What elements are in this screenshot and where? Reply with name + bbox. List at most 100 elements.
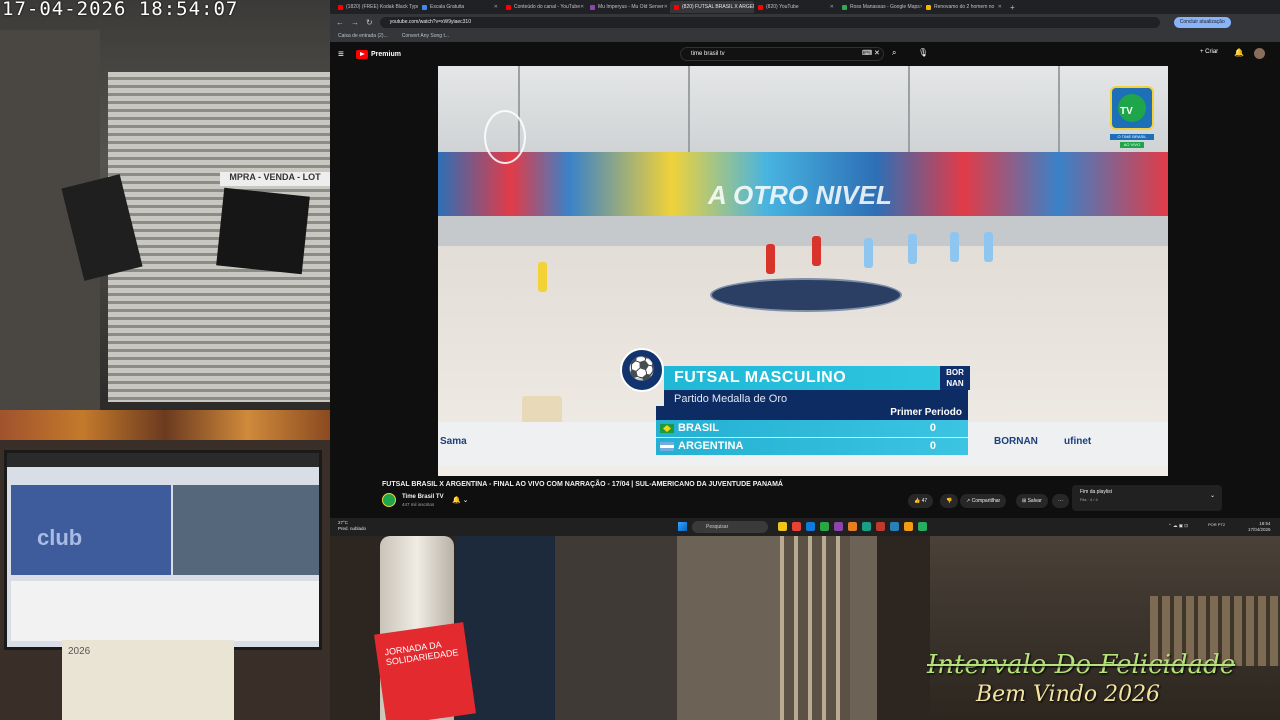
create-button[interactable]: + Criar [1200,49,1218,55]
more-actions-button[interactable]: ··· [1052,494,1069,508]
browser-tab[interactable]: (1820) (FREE) Kodak Black Type✕ [334,1,418,13]
tab-favicon-icon [674,4,679,10]
notifications-icon[interactable]: 🔔 [1234,48,1244,57]
address-bar[interactable]: youtube.com/watch?v=xW9yiaec310 [379,16,1160,28]
player-figure [950,232,959,262]
file-explorer-icon[interactable] [778,522,787,531]
chrome-icon[interactable] [792,522,801,531]
browser-tab[interactable]: Escala Gratuita ✕ [418,1,502,13]
calendar-year: 2026 [68,646,91,657]
close-icon[interactable]: ✕ [664,4,668,10]
windows-start-icon[interactable] [678,522,687,531]
language-indicator[interactable]: POR PT2 [1208,522,1225,527]
player-figure [864,238,873,268]
microphone-icon[interactable]: 🎙 [918,48,928,57]
player-figure [538,262,547,292]
app-icon[interactable] [890,522,899,531]
close-icon[interactable]: ✕ [998,4,1002,10]
camera-timestamp: 17-04-2026 18:54:07 [2,0,239,20]
youtube-logo[interactable]: Premium [356,50,401,59]
speaker-box [216,187,310,275]
team-name: ARGENTINA [678,440,744,452]
close-icon[interactable]: ✕ [494,4,498,10]
red-card: JORNADA DA SOLIDARIEDADE [374,622,476,720]
like-button[interactable]: 👍 47 [908,494,934,508]
argentina-flag-icon [660,442,674,451]
youtube-play-icon [356,50,368,59]
monitor-video-text: club [37,525,83,550]
search-icon[interactable]: ⌕ [892,48,896,58]
weather-desc: Pred. nublado [338,526,367,531]
close-icon[interactable]: ✕ [580,4,584,10]
taskbar-clock[interactable]: 18:54 17/04/2026 [1248,521,1271,533]
subscription-bell-icon[interactable]: 🔔 ⌄ [452,496,469,504]
channel-name[interactable]: Time Brasil TV [402,494,444,500]
channel-avatar[interactable] [382,493,396,507]
system-tray-icons[interactable]: ⌃ ☁ ▣ ⊡ [1168,523,1188,529]
browser-tab[interactable]: Conteúdo do canal - YouTube ✕ [502,1,586,13]
back-icon[interactable]: ← [336,18,344,27]
search-input[interactable]: time brasil tv [680,47,884,61]
tab-favicon-icon [926,4,931,10]
app-icon[interactable] [820,522,829,531]
chevron-down-icon[interactable]: ⌄ [1210,492,1215,499]
event-subtitle: Partido Medalla de Oro [674,393,788,405]
watermark-tv-text: TV [1120,106,1133,117]
olympic-emblem [484,110,526,164]
app-icon[interactable] [834,522,843,531]
dislike-button[interactable]: 👎 [940,494,959,508]
tab-label: Mu Imperyus - Mu Old Server [598,4,664,10]
channel-watermark: TV [1110,86,1154,130]
taskbar-search-input[interactable]: Pesquisar [692,521,768,533]
ad-text: ufinet [1064,436,1092,447]
app-icon[interactable] [918,522,927,531]
watermark-label: O TIME BRASIL [1110,134,1154,140]
app-icon[interactable] [848,522,857,531]
youtube-header: ≡ Premium time brasil tv ⌨ ✕ ⌕ 🎙 + Criar… [330,42,1280,66]
update-button[interactable]: Concluir atualização [1173,16,1231,28]
bookmark-item[interactable]: Caixa de entrada (2)... [338,33,388,39]
video-title: FUTSAL BRASIL X ARGENTINA - FINAL AO VIV… [382,481,783,488]
sponsor-logo: BOR NAN [940,366,970,390]
desk-calendar: 2026 [62,640,234,720]
new-tab-button[interactable]: + [1010,3,1015,12]
reload-icon[interactable]: ↻ [366,18,373,27]
close-icon[interactable]: ✕ [830,4,834,10]
wall-posters [0,410,330,440]
browser-tab[interactable]: (820) FUTSAL BRASIL X ARGENT✕ [670,1,754,13]
save-button[interactable]: ⊞ Salvar [1016,494,1048,508]
keyboard-clear-icons[interactable]: ⌨ ✕ [862,49,880,57]
browser-tab[interactable]: Renovamo do 2 homem no ✕ [922,1,1006,13]
app-icon[interactable] [876,522,885,531]
shop-sign: MPRA - VENDA - LOT [220,172,330,186]
youtube-premium-label: Premium [371,51,401,58]
team-name: BRASIL [678,422,719,434]
edge-icon[interactable] [806,522,815,531]
browser-tab[interactable]: Ross Manassas - Google Maps ✕ [838,1,922,13]
bookmarks-bar: Caixa de entrada (2)... Convert Any Song… [330,30,1280,42]
share-button[interactable]: ↗ Compartilhar [960,494,1007,508]
tab-favicon-icon [338,4,343,10]
video-player[interactable]: A OTRO NIVEL TV O TIME BRASIL AO VIVO Sa… [438,66,1168,476]
weather-widget[interactable]: 27°C Pred. nublado [338,520,366,532]
score-row-brasil: BRASIL 0 [656,420,968,437]
tab-label: Conteúdo do canal - YouTube [514,4,580,10]
player-figure [984,232,993,262]
ad-text: BORNAN [994,436,1038,447]
second-monitor: club [4,450,322,650]
app-icon[interactable] [904,522,913,531]
app-icon[interactable] [862,522,871,531]
tab-label: (820) YouTube [766,4,799,10]
menu-icon[interactable]: ≡ [338,49,344,60]
browser-tab[interactable]: (820) YouTube ✕ [754,1,838,13]
score-row-argentina: ARGENTINA 0 [656,438,968,455]
forward-icon[interactable]: → [351,18,359,27]
brazil-flag-icon [660,424,674,433]
bookmark-item[interactable]: Convert Any Song t... [402,33,449,39]
team-score: 0 [929,422,936,434]
avatar[interactable] [1254,48,1265,59]
monitor-video-thumb: club [11,485,171,575]
stream-caption-title: Intervalo Do Felicidade [927,650,1236,680]
door [555,536,677,720]
browser-tab[interactable]: Mu Imperyus - Mu Old Server ✕ [586,1,670,13]
